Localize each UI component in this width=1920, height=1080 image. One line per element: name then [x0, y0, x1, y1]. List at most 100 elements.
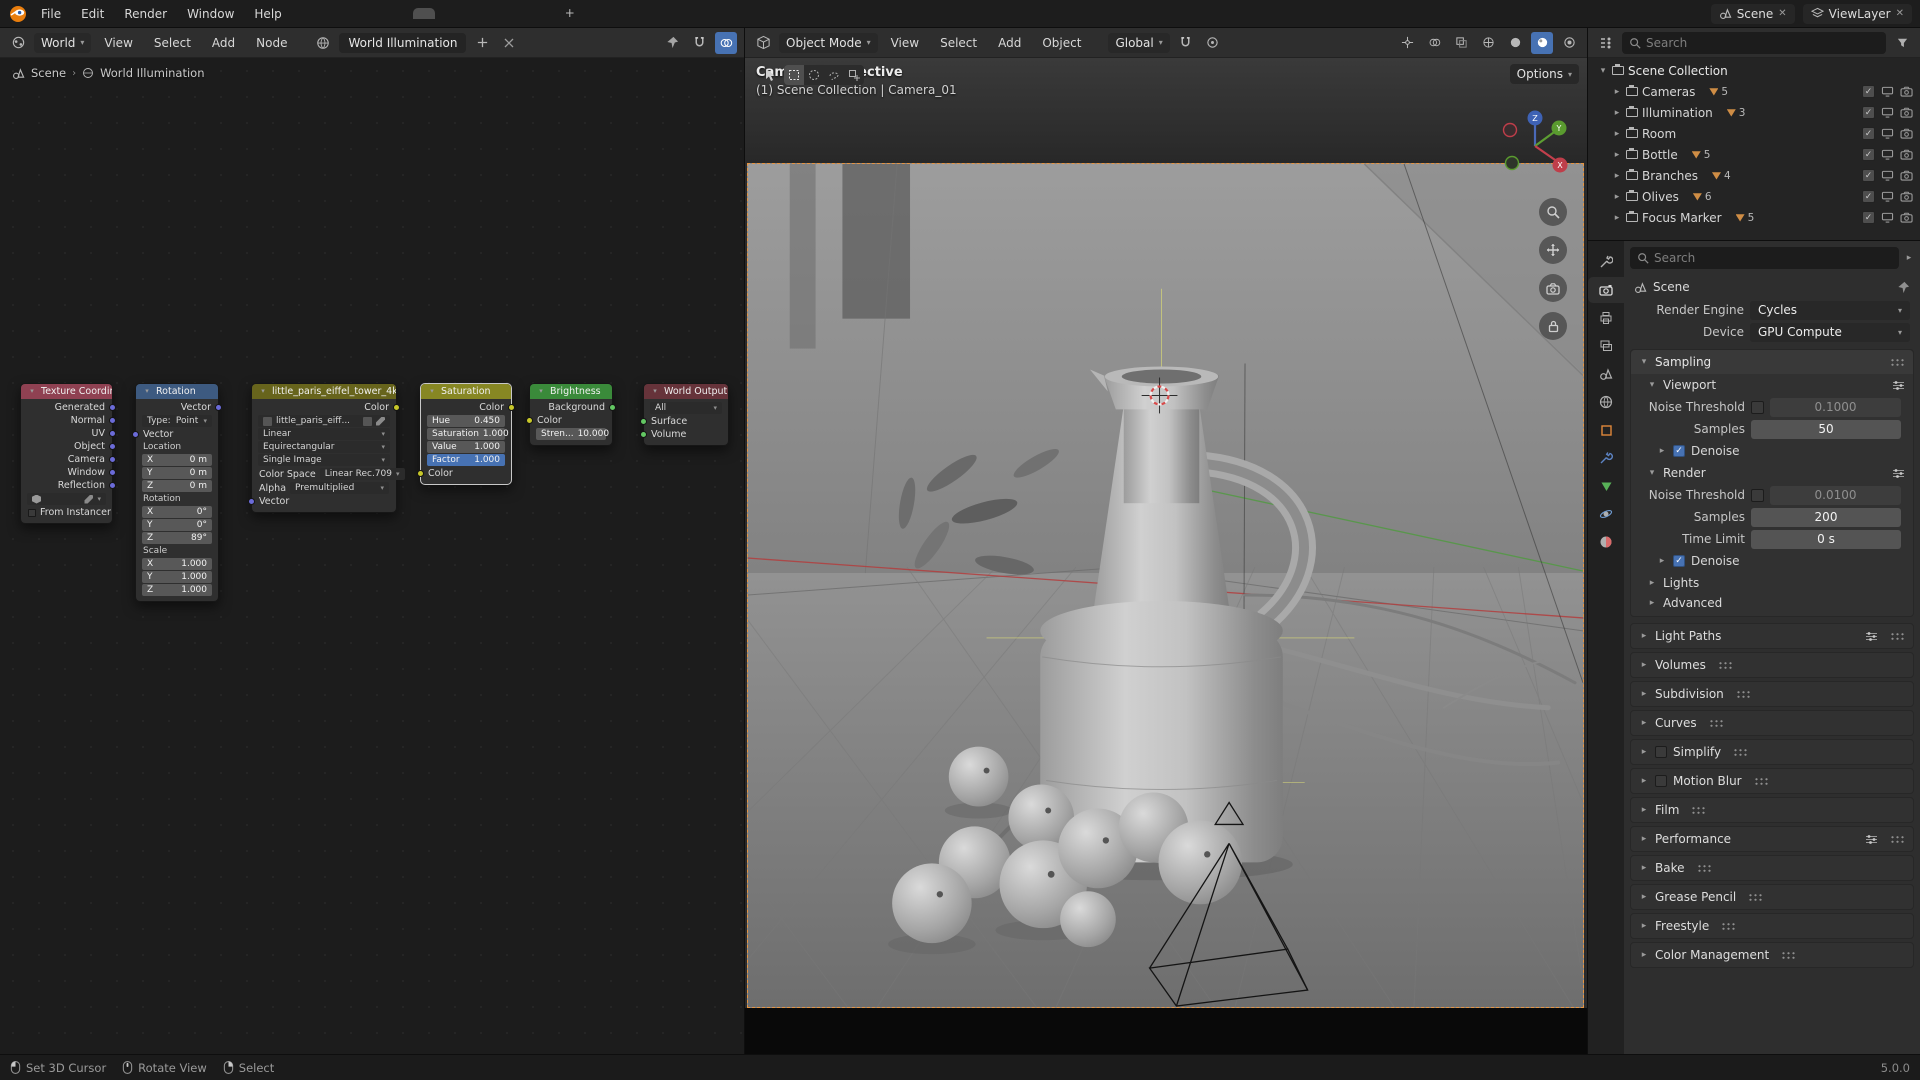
collapse-icon[interactable]	[27, 384, 37, 399]
expand-icon[interactable]	[1639, 357, 1649, 367]
node-header[interactable]: World Output	[644, 384, 728, 399]
lights-subpanel-header[interactable]: Lights	[1631, 572, 1913, 594]
rotation-field[interactable]: Y0°	[142, 519, 212, 531]
shader-editor-menu-item[interactable]: Select	[146, 33, 199, 53]
pin-icon[interactable]	[1897, 281, 1910, 294]
expand-icon[interactable]	[1657, 556, 1667, 566]
transform-orientation-dropdown[interactable]: Global	[1108, 33, 1169, 53]
node-header[interactable]: Texture Coordinate	[21, 384, 112, 399]
shading-solid-icon[interactable]	[1504, 32, 1526, 54]
overlays-toggle-icon[interactable]	[715, 32, 737, 54]
noise-threshold-checkbox[interactable]	[1751, 489, 1764, 502]
outliner-collection[interactable]: Room	[1588, 123, 1920, 144]
drag-grip[interactable]	[1736, 690, 1751, 699]
drag-grip[interactable]	[1890, 358, 1905, 367]
drag-grip[interactable]	[1721, 922, 1736, 931]
hide-viewport-icon[interactable]	[1881, 212, 1894, 223]
eyedropper-icon[interactable]	[84, 495, 93, 504]
location-field[interactable]: Y0 m	[142, 467, 212, 479]
socket[interactable]	[109, 417, 116, 424]
properties-section[interactable]: Volumes	[1630, 652, 1914, 678]
workspace-tab[interactable]	[389, 8, 411, 19]
output-target-dropdown[interactable]: All	[650, 402, 722, 414]
workspace-tab[interactable]	[317, 8, 339, 19]
shading-material-icon[interactable]	[1531, 32, 1553, 54]
socket[interactable]	[109, 430, 116, 437]
strength-field[interactable]: Stren...10.000	[536, 428, 606, 440]
socket[interactable]	[109, 482, 116, 489]
disable-render-icon[interactable]	[1900, 212, 1914, 223]
viewport-region[interactable]: Camera Perspective (1) Scene Collection …	[745, 58, 1587, 1054]
mode-dropdown[interactable]: Object Mode	[779, 33, 878, 53]
expand-icon[interactable]	[1639, 689, 1649, 699]
select-lasso-icon[interactable]	[824, 65, 844, 85]
select-extend-icon[interactable]	[844, 65, 864, 85]
from-instancer-checkbox[interactable]	[28, 509, 36, 517]
socket[interactable]	[248, 498, 255, 505]
device-dropdown[interactable]: GPU Compute	[1750, 323, 1910, 342]
disable-render-icon[interactable]	[1900, 128, 1914, 139]
samples-value[interactable]: 50	[1751, 420, 1901, 439]
node-texture-coordinate[interactable]: Texture Coordinate GeneratedNormalUVObje…	[20, 383, 113, 524]
gizmo-z-label[interactable]: Z	[1532, 114, 1538, 123]
workspace-tab[interactable]	[461, 8, 483, 19]
expand-icon[interactable]	[1612, 192, 1622, 202]
breadcrumb-scene[interactable]: Scene	[1653, 280, 1690, 294]
node-header[interactable]: Brightness	[530, 384, 612, 399]
projection-dropdown[interactable]: Equirectangular	[258, 441, 390, 453]
topbar-menu-item[interactable]: File	[32, 4, 70, 24]
noise-threshold-value[interactable]: 0.1000	[1770, 398, 1901, 417]
drag-grip[interactable]	[1890, 632, 1905, 641]
expand-icon[interactable]	[1639, 921, 1649, 931]
scale-field[interactable]: X1.000	[142, 558, 212, 570]
outliner-search-input[interactable]	[1646, 36, 1879, 50]
scale-field[interactable]: Y1.000	[142, 571, 212, 583]
socket[interactable]	[109, 443, 116, 450]
outliner-search[interactable]	[1622, 32, 1886, 54]
properties-section[interactable]: Performance	[1630, 826, 1914, 852]
disable-render-icon[interactable]	[1900, 107, 1914, 118]
presets-icon[interactable]	[1892, 380, 1905, 391]
alpha-dropdown[interactable]: Premultiplied	[290, 482, 389, 494]
drag-grip[interactable]	[1890, 835, 1905, 844]
expand-icon[interactable]	[1612, 108, 1622, 118]
socket[interactable]	[508, 404, 515, 411]
select-circle-icon[interactable]	[804, 65, 824, 85]
viewport-denoise-row[interactable]: Denoise	[1631, 440, 1905, 462]
presets-icon[interactable]	[1865, 834, 1878, 845]
tab-world[interactable]	[1588, 389, 1624, 415]
hide-viewport-icon[interactable]	[1881, 107, 1894, 118]
scale-field[interactable]: Z1.000	[142, 584, 212, 596]
exclude-checkbox[interactable]	[1862, 85, 1875, 98]
tab-physics[interactable]	[1588, 501, 1624, 527]
outliner-root-collection[interactable]: Scene Collection	[1588, 60, 1920, 81]
hide-viewport-icon[interactable]	[1881, 128, 1894, 139]
node-header[interactable]: Rotation	[136, 384, 218, 399]
workspace-tab[interactable]	[509, 8, 531, 19]
properties-search-input[interactable]	[1654, 251, 1892, 265]
editor-type-icon[interactable]	[1595, 32, 1617, 54]
expand-icon[interactable]	[1647, 468, 1657, 478]
value-slider[interactable]: Saturation1.000	[427, 428, 505, 440]
shader-editor-menu-item[interactable]: View	[96, 33, 140, 53]
expand-icon[interactable]	[1647, 380, 1657, 390]
proportional-editing-icon[interactable]	[1202, 32, 1224, 54]
disable-render-icon[interactable]	[1900, 170, 1914, 181]
breadcrumb-scene[interactable]: Scene	[31, 66, 66, 80]
outliner-collection[interactable]: Olives 6	[1588, 186, 1920, 207]
tab-object[interactable]	[1588, 417, 1624, 443]
expand-icon[interactable]	[1639, 776, 1649, 786]
topbar-menu-item[interactable]: Render	[115, 4, 176, 24]
show-gizmo-icon[interactable]	[1396, 32, 1418, 54]
properties-section[interactable]: Motion Blur	[1630, 768, 1914, 794]
tab-scene[interactable]	[1588, 361, 1624, 387]
exclude-checkbox[interactable]	[1862, 211, 1875, 224]
node-header[interactable]: Saturation	[421, 384, 511, 399]
node-environment-texture[interactable]: little_paris_eiffel_tower_4k.exr Color l…	[251, 383, 397, 513]
tab-tool[interactable]	[1588, 249, 1624, 275]
workspace-tab[interactable]	[437, 8, 459, 19]
shader-type-dropdown[interactable]: World	[34, 33, 91, 53]
interpolation-dropdown[interactable]: Linear	[258, 428, 390, 440]
expand-icon[interactable]	[1612, 150, 1622, 160]
properties-section[interactable]: Bake	[1630, 855, 1914, 881]
